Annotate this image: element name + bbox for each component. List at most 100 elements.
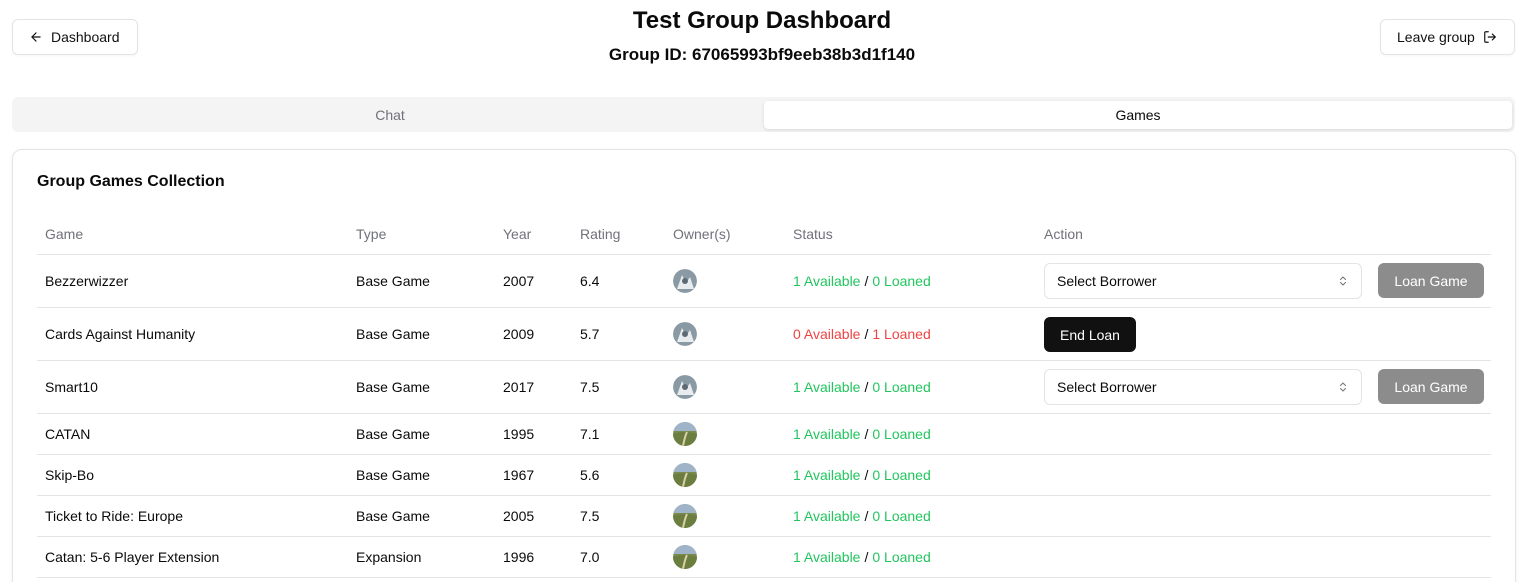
tab-chat[interactable]: Chat: [16, 101, 764, 129]
column-header-owners: Owner(s): [673, 225, 731, 242]
status-cell: 1 Available/0 Loaned: [793, 361, 931, 413]
game-year: 1995: [503, 426, 535, 442]
column-header-type: Type: [356, 225, 387, 242]
game-name: Bezzerwizzer: [45, 273, 129, 289]
loaned-count: 0 Loaned: [872, 379, 931, 395]
chevrons-up-down-icon: [1340, 382, 1346, 392]
loan-game-button[interactable]: Loan Game: [1378, 263, 1484, 298]
group-id: Group ID: 67065993bf9eeb38b3d1f140: [608, 45, 916, 64]
game-name: Ticket to Ride: Europe: [45, 508, 183, 524]
owner-cell: [673, 496, 697, 536]
game-rating: 7.0: [580, 549, 600, 565]
loaned-count: 0 Loaned: [872, 426, 931, 442]
game-rating: 5.6: [580, 467, 600, 483]
status-cell: 0 Available/1 Loaned: [793, 308, 931, 360]
owner-cell: [673, 255, 697, 307]
owner-avatar[interactable]: [673, 463, 697, 487]
available-count: 0 Available: [793, 326, 861, 342]
leave-group-button[interactable]: Leave group: [1380, 19, 1515, 55]
loaned-count: 0 Loaned: [872, 549, 931, 565]
loaned-count: 0 Loaned: [872, 508, 931, 524]
game-year: 2017: [503, 379, 535, 395]
loaned-count: 0 Loaned: [872, 467, 931, 483]
game-name: Skip-Bo: [45, 467, 95, 483]
table-row: Ticket to Ride: Europe Base Game 2005 7.5 1 …: [37, 496, 1491, 537]
game-rating: 5.7: [580, 326, 600, 342]
table-row: Catan: 5-6 Player Extension Expansion 1996…: [37, 537, 1491, 578]
table-row: CATAN Base Game 1995 7.1 1 Available/0 Loane…: [37, 414, 1491, 455]
available-count: 1 Available: [793, 467, 861, 483]
status-separator: /: [864, 273, 869, 289]
page-title: Test Group Dashboard: [632, 7, 892, 34]
status-cell: 1 Available/0 Loaned: [793, 455, 931, 495]
loan-game-button[interactable]: Loan Game: [1378, 369, 1484, 404]
page-header: Dashboard Test Group Dashboard Group ID:…: [0, 0, 1524, 80]
select-borrower-label: Select Borrower: [1057, 273, 1157, 289]
game-year: 2009: [503, 326, 535, 342]
game-name: Cards Against Humanity: [45, 326, 196, 342]
table-row: Cards Against Humanity Base Game 2009 5.7 0 …: [37, 308, 1491, 361]
tab-list: Chat Games: [12, 97, 1515, 132]
owner-cell: [673, 414, 697, 454]
loaned-count: 1 Loaned: [872, 326, 931, 342]
status-cell: 1 Available/0 Loaned: [793, 255, 931, 307]
owner-avatar[interactable]: [673, 422, 697, 446]
owner-avatar[interactable]: [673, 545, 697, 569]
tab-games[interactable]: Games: [764, 101, 1512, 129]
status-separator: /: [864, 426, 869, 442]
column-header-game: Game: [45, 225, 84, 242]
status-separator: /: [864, 467, 869, 483]
chevrons-up-down-icon: [1340, 276, 1346, 286]
table-row: Smart10 Base Game 2017 7.5 1 Available/0 Loa…: [37, 361, 1491, 414]
game-rating: 6.4: [580, 273, 600, 289]
game-year: 1967: [503, 467, 535, 483]
game-type: Base Game: [356, 508, 430, 524]
select-borrower-dropdown[interactable]: Select Borrower: [1044, 263, 1362, 299]
status-cell: 1 Available/0 Loaned: [793, 496, 931, 536]
game-year: 1996: [503, 549, 535, 565]
end-loan-button[interactable]: End Loan: [1044, 317, 1136, 352]
select-borrower-dropdown[interactable]: Select Borrower: [1044, 369, 1362, 405]
game-year: 2005: [503, 508, 535, 524]
owner-avatar[interactable]: [673, 504, 697, 528]
status-cell: 1 Available/0 Loaned: [793, 414, 931, 454]
table-row: Bezzerwizzer Base Game 2007 6.4 1 Available /…: [37, 255, 1491, 308]
table-header-row: Game Type Year Rating Owner(s) Status Ac…: [37, 213, 1491, 255]
status-separator: /: [864, 549, 869, 565]
status-separator: /: [864, 326, 869, 342]
game-rating: 7.5: [580, 508, 600, 524]
leave-button-label: Leave group: [1397, 29, 1475, 45]
status-separator: /: [864, 508, 869, 524]
select-borrower-label: Select Borrower: [1057, 379, 1157, 395]
owner-avatar[interactable]: [673, 269, 697, 293]
status-cell: 1 Available/0 Loaned: [793, 537, 931, 577]
game-type: Base Game: [356, 273, 430, 289]
game-rating: 7.5: [580, 379, 600, 395]
card-title: Group Games Collection: [37, 173, 225, 190]
game-name: CATAN: [45, 426, 91, 442]
game-name: Catan: 5-6 Player Extension: [45, 549, 220, 565]
column-header-rating: Rating: [580, 225, 621, 242]
game-type: Base Game: [356, 467, 430, 483]
game-type: Base Game: [356, 326, 430, 342]
status-separator: /: [864, 379, 869, 395]
game-type: Expansion: [356, 549, 422, 565]
owner-avatar[interactable]: [673, 322, 697, 346]
game-rating: 7.1: [580, 426, 600, 442]
owner-cell: [673, 308, 697, 360]
available-count: 1 Available: [793, 549, 861, 565]
loaned-count: 0 Loaned: [872, 273, 931, 289]
owner-avatar[interactable]: [673, 375, 697, 399]
owner-cell: [673, 455, 697, 495]
available-count: 1 Available: [793, 379, 861, 395]
column-header-action: Action: [1044, 225, 1083, 242]
game-type: Base Game: [356, 426, 430, 442]
game-type: Base Game: [356, 379, 430, 395]
owner-cell: [673, 361, 697, 413]
owner-cell: [673, 537, 697, 577]
log-out-icon: [1484, 31, 1496, 43]
game-year: 2007: [503, 273, 535, 289]
game-name: Smart10: [45, 379, 98, 395]
available-count: 1 Available: [793, 273, 861, 289]
available-count: 1 Available: [793, 508, 861, 524]
